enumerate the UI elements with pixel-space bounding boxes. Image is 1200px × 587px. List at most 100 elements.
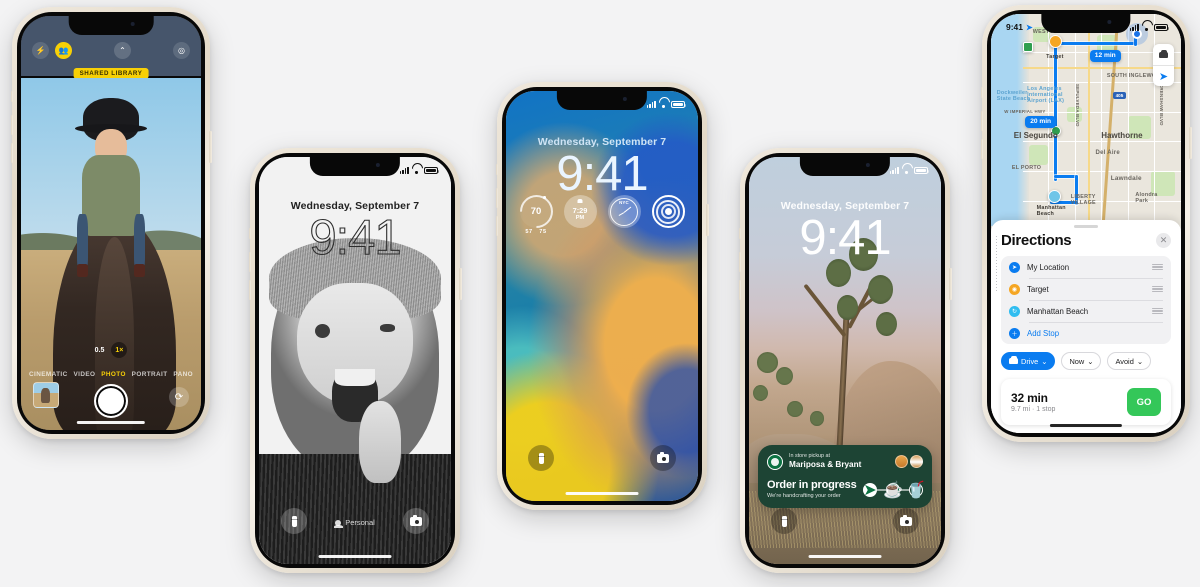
mode-photo[interactable]: PHOTO (101, 371, 126, 378)
shutter-button[interactable] (94, 384, 128, 418)
zoom-option-1[interactable]: 1× (111, 342, 128, 358)
camera-button[interactable] (650, 445, 676, 471)
stop-my-location[interactable]: ➤ My Location (1009, 256, 1163, 278)
focus-label: Personal (345, 518, 375, 527)
flip-camera-button[interactable]: ⟳ (169, 387, 189, 407)
home-indicator[interactable] (318, 554, 392, 558)
device-lock-widgets: Wednesday, September 7 9:41 70 57 75 7:2… (495, 82, 709, 510)
zoom-selector[interactable]: 0.5 1× (21, 342, 201, 358)
car-mode-icon[interactable] (1153, 44, 1174, 65)
chip-drive[interactable]: Drive ⌄ (1001, 352, 1056, 370)
weather-high: 75 (539, 229, 547, 235)
map-label-lawndale: Lawndale (1110, 175, 1142, 183)
route-segment (1053, 41, 1057, 182)
power-button[interactable] (706, 204, 709, 236)
shared-library-people-icon[interactable]: 👥 (55, 41, 72, 59)
mode-cinematic[interactable]: CINEMATIC (29, 371, 68, 378)
flashlight-button[interactable] (771, 508, 797, 534)
volume-up-button[interactable] (248, 252, 251, 272)
volume-up-button[interactable] (10, 115, 13, 135)
flashlight-button[interactable] (528, 445, 554, 471)
mode-video[interactable]: VIDEO (73, 371, 95, 378)
alarm-time: 7:29 (572, 206, 588, 216)
volume-down-button[interactable] (248, 280, 251, 300)
status-time: 9:41 (1006, 22, 1024, 32)
power-button[interactable] (209, 131, 212, 163)
device-maps: 12 min 20 min WESTCHESTER Target SOUTH I… (980, 5, 1192, 442)
map-canvas[interactable]: 12 min 20 min WESTCHESTER Target SOUTH I… (991, 14, 1181, 226)
flash-icon[interactable]: ⚡ (32, 41, 49, 59)
drag-handle-icon[interactable] (1152, 284, 1163, 294)
wifi-icon (1142, 24, 1151, 31)
mute-switch[interactable] (248, 228, 251, 239)
camera-mode-selector[interactable]: CINEMATIC VIDEO PHOTO PORTRAIT PANO (21, 371, 201, 378)
go-button[interactable]: GO (1127, 388, 1161, 416)
phone-screen: 12 min 20 min WESTCHESTER Target SOUTH I… (991, 14, 1181, 433)
camera-button[interactable] (403, 508, 429, 534)
status-title: Order in progress (767, 479, 857, 492)
map-pin-manhattan-beach[interactable] (1048, 189, 1061, 203)
live-activity-header: In store pickup at Mariposa & Bryant (767, 453, 923, 470)
zoom-option-0[interactable]: 0.5 (95, 347, 105, 354)
add-stop-row[interactable]: ＋ Add Stop (1009, 322, 1163, 344)
stop-manhattan-beach[interactable]: ↻ Manhattan Beach (1009, 300, 1163, 322)
volume-down-button[interactable] (980, 139, 983, 159)
home-indicator[interactable] (76, 420, 146, 424)
chip-label: Avoid (1115, 356, 1134, 366)
live-activity-card[interactable]: In store pickup at Mariposa & Bryant Ord… (758, 445, 932, 508)
volume-down-button[interactable] (10, 143, 13, 163)
notch (1041, 14, 1131, 33)
chip-now[interactable]: Now ⌄ (1061, 352, 1102, 370)
map-controls[interactable]: ➤ (1153, 44, 1174, 86)
map-label-hawthorne: Hawthorne (1101, 130, 1143, 140)
home-indicator[interactable] (565, 491, 639, 495)
order-items (895, 455, 923, 469)
power-button[interactable] (1189, 127, 1192, 159)
volume-up-button[interactable] (495, 188, 498, 208)
photo-thumbnail[interactable] (33, 382, 59, 408)
close-icon[interactable]: ✕ (1156, 233, 1171, 248)
sheet-grabber[interactable] (1074, 225, 1098, 228)
stop-target[interactable]: ◉ Target (1009, 278, 1163, 300)
mute-switch[interactable] (738, 228, 741, 239)
eta-pill-2[interactable]: 20 min (1025, 115, 1057, 128)
drag-handle-icon[interactable] (1152, 262, 1163, 272)
flashlight-button[interactable] (281, 508, 307, 534)
volume-down-button[interactable] (738, 280, 741, 300)
power-button[interactable] (459, 268, 462, 300)
signal-icon (646, 100, 656, 108)
map-shield-43 (1023, 41, 1034, 52)
alarm-period: PM (575, 214, 585, 221)
volume-up-button[interactable] (738, 252, 741, 272)
power-button[interactable] (949, 268, 952, 300)
home-indicator[interactable] (1049, 423, 1123, 427)
camera-button[interactable] (893, 508, 919, 534)
battery-icon (671, 100, 687, 108)
map-label-alondra-park: Alondra Park (1135, 192, 1158, 205)
volume-up-button[interactable] (980, 111, 983, 131)
chip-avoid[interactable]: Avoid ⌄ (1107, 352, 1152, 370)
locate-me-icon[interactable]: ➤ (1153, 65, 1174, 86)
drag-handle-icon[interactable] (1152, 306, 1163, 316)
lock-widgets-row[interactable]: 70 57 75 7:29 PM NYC (506, 188, 698, 235)
mute-switch[interactable] (10, 91, 13, 102)
mute-switch[interactable] (980, 87, 983, 98)
filters-icon[interactable]: ◎ (173, 41, 190, 59)
volume-down-button[interactable] (495, 216, 498, 236)
photo-subject-rider (74, 96, 148, 277)
widget-world-clock[interactable]: NYC (607, 195, 641, 228)
route-summary-card[interactable]: 32 min 9.7 mi · 1 stop GO (1001, 379, 1171, 425)
widget-weather[interactable]: 70 57 75 (512, 188, 560, 235)
mode-portrait[interactable]: PORTRAIT (132, 371, 168, 378)
home-indicator[interactable] (808, 554, 882, 558)
chevron-down-icon: ⌄ (1041, 356, 1048, 366)
chevron-up-icon[interactable]: ⌃ (114, 41, 131, 59)
map-pin-target[interactable] (1048, 35, 1062, 49)
step-ready-icon: 🥤 (906, 482, 926, 499)
eta-pill-1[interactable]: 12 min (1089, 50, 1121, 62)
widget-activity-rings[interactable] (651, 195, 685, 228)
camera-viewfinder[interactable]: 0.5 1× CINEMATIC VIDEO PHOTO PORTRAIT PA… (21, 78, 201, 430)
widget-alarm[interactable]: 7:29 PM (563, 195, 597, 228)
mode-pano[interactable]: PANO (173, 371, 193, 378)
mute-switch[interactable] (495, 164, 498, 175)
